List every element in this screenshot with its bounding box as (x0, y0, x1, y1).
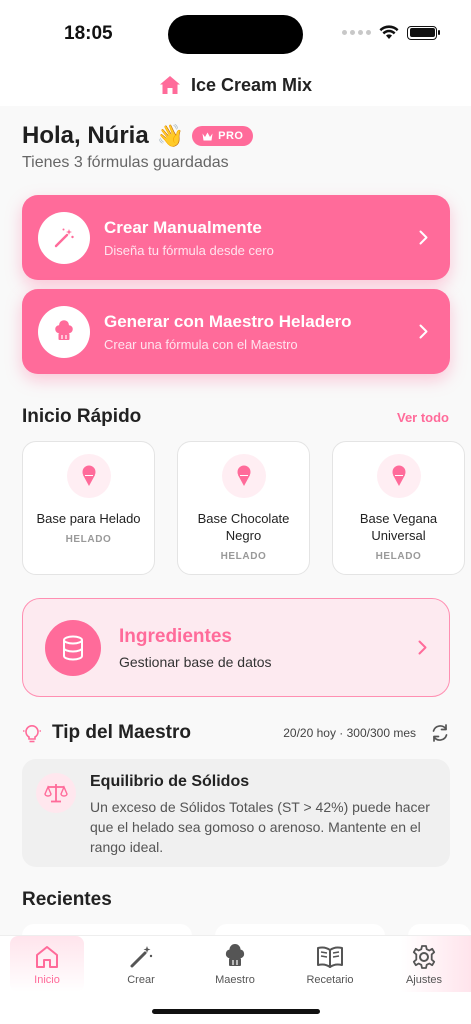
scale-icon (36, 773, 76, 813)
quick-start-tag: HELADO (375, 551, 422, 562)
wave-emoji: 👋 (156, 123, 185, 148)
tab-label: Crear (127, 974, 155, 986)
tab-label: Maestro (215, 974, 255, 986)
tab-crear[interactable]: Crear (106, 944, 176, 986)
wifi-icon (379, 25, 399, 39)
ice-cream-icon (376, 454, 421, 498)
tip-card: Equilibrio de Sólidos Un exceso de Sólid… (22, 759, 450, 867)
action-title: Generar con Maestro Heladero (104, 311, 352, 331)
status-time: 18:05 (64, 23, 113, 44)
refresh-icon[interactable] (430, 723, 450, 743)
tip-card-title: Equilibrio de Sólidos (90, 773, 250, 790)
ingredients-button[interactable]: Ingredientes Gestionar base de datos (22, 598, 450, 697)
see-all-link[interactable]: Ver todo (397, 410, 449, 425)
tab-maestro[interactable]: Maestro (200, 944, 270, 986)
tab-label: Inicio (34, 974, 60, 986)
status-icons (342, 25, 440, 40)
generate-with-maestro-button[interactable]: Generar con Maestro Heladero Crear una f… (22, 289, 450, 374)
database-icon (45, 619, 101, 676)
pro-badge: PRO (192, 126, 254, 146)
battery-icon (407, 25, 440, 40)
saved-formulas-count: Tienes 3 fórmulas guardadas (22, 154, 229, 171)
lightbulb-icon (23, 725, 41, 743)
tab-label: Ajustes (405, 974, 443, 986)
tab-label: Recetario (306, 974, 354, 986)
greeting-text: Hola, Núria (22, 122, 149, 149)
tab-ajustes[interactable]: Ajustes (389, 944, 459, 986)
chef-hat-icon (38, 305, 90, 358)
home-icon (159, 76, 180, 94)
tab-recetario[interactable]: Recetario (295, 944, 365, 986)
quick-start-card[interactable]: Base Chocolate Negro HELADO (177, 441, 310, 575)
quick-start-name: Base para Helado (36, 511, 141, 526)
tip-quota: 20/20 hoy · 300/300 mes (283, 726, 416, 740)
quick-start-title: Inicio Rápido (22, 406, 142, 427)
recent-title: Recientes (22, 889, 112, 910)
ice-cream-icon (221, 454, 266, 498)
action-title: Crear Manualmente (104, 217, 262, 237)
action-subtitle: Diseña tu fórmula desde cero (104, 242, 274, 258)
ingredients-title: Ingredientes (119, 625, 232, 647)
dynamic-island (168, 15, 303, 54)
quick-start-tag: HELADO (65, 534, 112, 545)
greeting: Hola, Núria 👋 PRO (22, 122, 254, 150)
tip-header: Tip del Maestro 20/20 hoy · 300/300 mes (22, 720, 450, 746)
nav-header: Ice Cream Mix (0, 64, 471, 106)
pro-badge-label: PRO (218, 130, 244, 142)
action-subtitle: Crear una fórmula con el Maestro (104, 336, 298, 352)
magic-wand-icon (38, 211, 90, 264)
tip-title: Tip del Maestro (52, 722, 192, 743)
book-icon (317, 946, 343, 968)
chevron-right-icon (419, 324, 428, 339)
ingredients-subtitle: Gestionar base de datos (119, 653, 272, 670)
pencil-icon (130, 946, 153, 968)
chef-hat-icon (225, 944, 245, 966)
crown-icon (202, 132, 213, 140)
quick-start-carousel[interactable]: Base para Helado HELADO Base Chocolate N… (22, 441, 471, 577)
quick-start-card[interactable]: Base para Helado HELADO (22, 441, 155, 575)
signal-icon (342, 30, 371, 35)
create-manually-button[interactable]: Crear Manualmente Diseña tu fórmula desd… (22, 195, 450, 280)
ice-cream-icon (66, 454, 111, 498)
quick-start-name: Base Chocolate Negro (197, 511, 290, 543)
status-bar: 18:05 (0, 0, 471, 64)
tip-card-body: Un exceso de Sólidos Totales (ST > 42%) … (90, 799, 430, 855)
home-indicator[interactable] (152, 1009, 320, 1014)
quick-start-name: Base Vegana Universal (359, 511, 438, 543)
chevron-right-icon (418, 640, 427, 655)
quick-start-card[interactable]: Base Vegana Universal HELADO (332, 441, 465, 575)
home-icon (36, 946, 58, 968)
tab-inicio[interactable]: Inicio (12, 944, 82, 986)
chevron-right-icon (419, 230, 428, 245)
quick-start-tag: HELADO (220, 551, 267, 562)
gear-icon (412, 945, 436, 969)
app-title: Ice Cream Mix (190, 74, 313, 95)
